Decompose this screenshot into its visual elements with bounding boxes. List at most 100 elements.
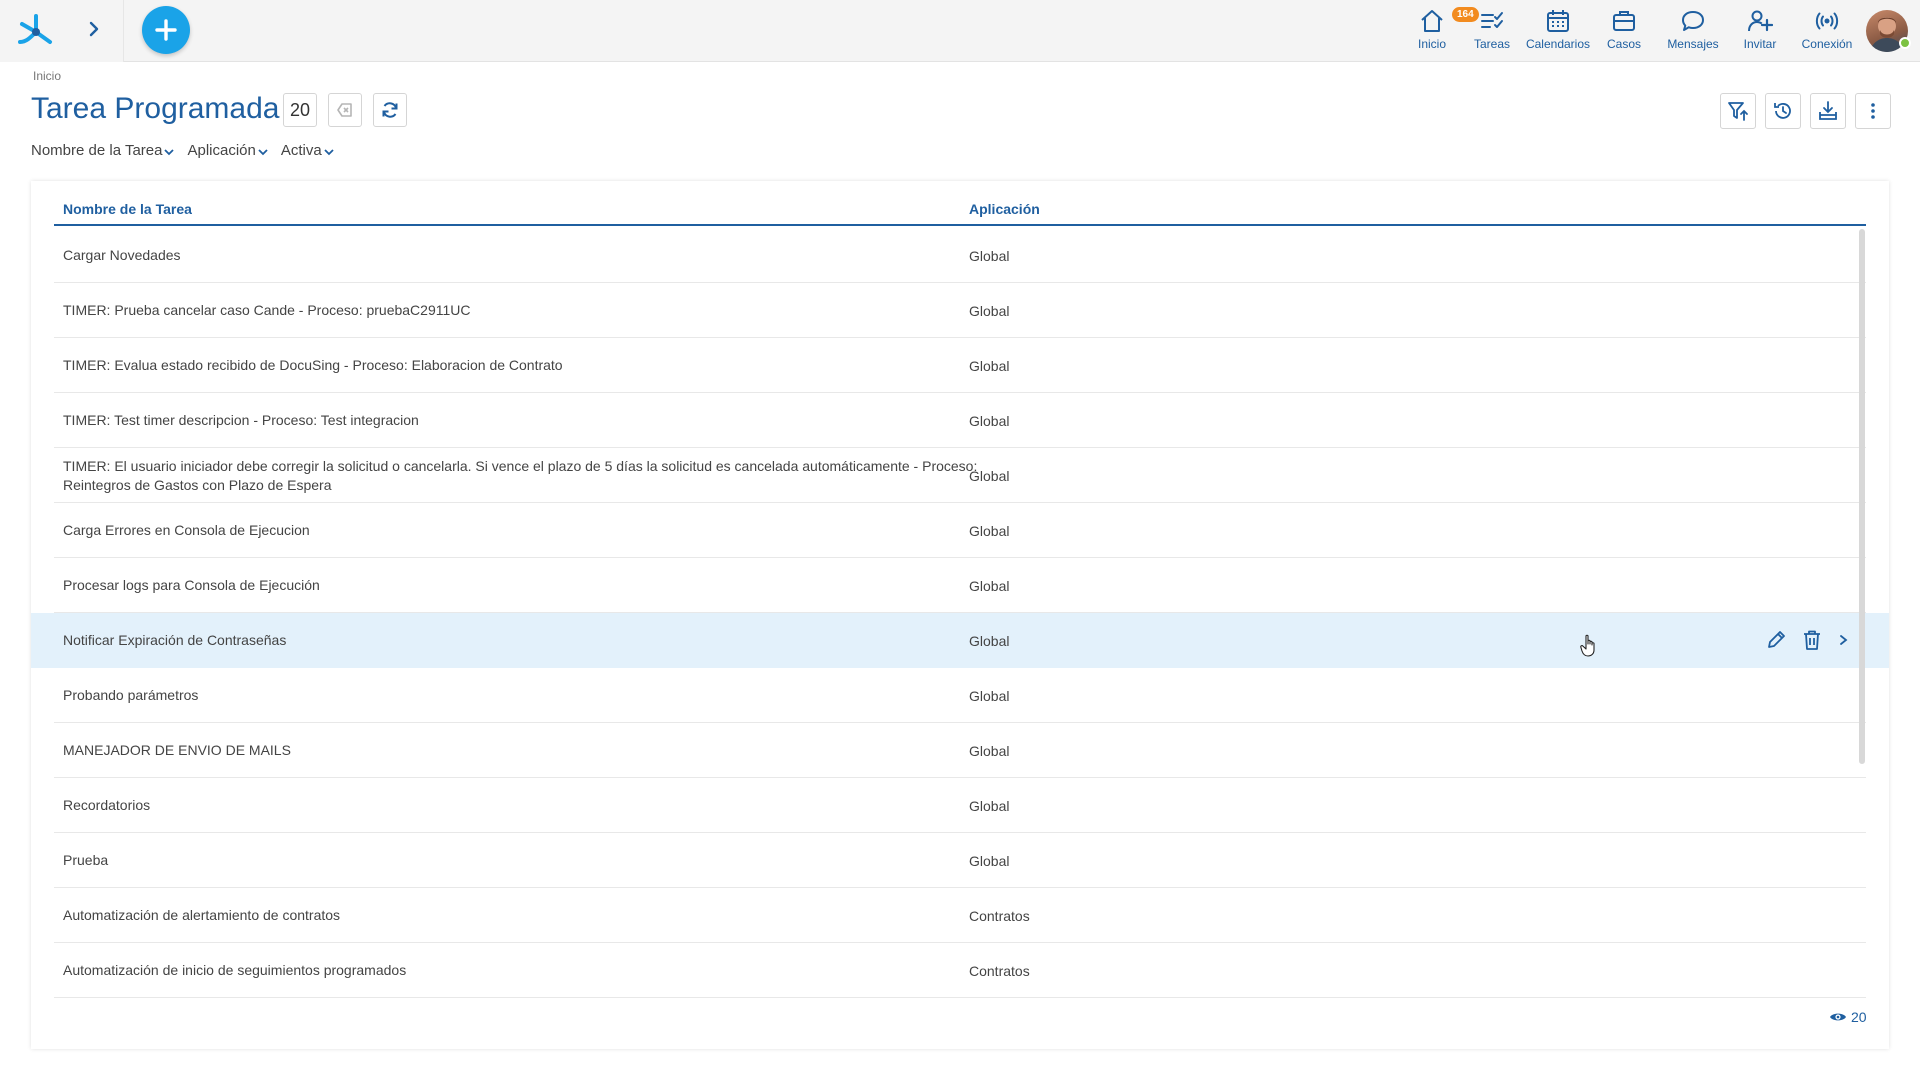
task-name-cell: Automatización de inicio de seguimientos… <box>63 962 407 978</box>
eye-icon <box>1830 1013 1846 1021</box>
table-row[interactable]: Automatización de alertamiento de contra… <box>31 888 1889 943</box>
task-name-cell: Recordatorios <box>63 797 151 813</box>
invite-user-icon <box>1748 10 1773 32</box>
table-row[interactable]: TIMER: Prueba cancelar caso Cande - Proc… <box>31 283 1889 338</box>
calendar-icon <box>1547 10 1569 32</box>
column-header-nombre[interactable]: Nombre de la Tarea <box>63 201 192 217</box>
online-status-dot <box>1899 37 1911 49</box>
visible-count-value: 20 <box>1851 1009 1867 1025</box>
nav-label: Conexión <box>1801 37 1853 51</box>
nav-label: Mensajes <box>1667 37 1719 51</box>
application-cell: Global <box>969 357 1010 374</box>
application-cell: Contratos <box>969 907 1030 924</box>
table-row[interactable]: Prueba Global <box>31 833 1889 888</box>
table-row[interactable]: Automatización de inicio de seguimientos… <box>31 943 1889 998</box>
table-row[interactable]: MANEJADOR DE ENVIO DE MAILS Global <box>31 723 1889 778</box>
filter-nombre[interactable]: Nombre de la Tarea <box>31 142 175 159</box>
table-row-highlighted[interactable]: Notificar Expiración de Contraseñas Glob… <box>31 613 1889 668</box>
app-logo-icon[interactable] <box>16 12 56 50</box>
refresh-icon <box>382 102 398 118</box>
filter-label: Nombre de la Tarea <box>31 142 163 159</box>
application-cell: Global <box>969 467 1010 484</box>
application-cell: Global <box>969 742 1010 759</box>
nav-label: Calendarios <box>1525 37 1591 51</box>
table-row[interactable]: Cargar Novedades Global <box>31 228 1889 283</box>
plus-icon <box>155 19 177 41</box>
application-cell: Global <box>969 687 1010 704</box>
home-icon <box>1421 10 1443 32</box>
task-name-cell: TIMER: El usuario iniciador debe corregi… <box>63 457 978 493</box>
eraser-icon <box>337 103 352 117</box>
refresh-button[interactable] <box>373 93 407 127</box>
application-cell: Global <box>969 632 1010 649</box>
more-options-button[interactable] <box>1855 93 1891 129</box>
table-row[interactable]: Carga Errores en Consola de Ejecucion Gl… <box>31 503 1889 558</box>
task-name-cell: TIMER: Prueba cancelar caso Cande - Proc… <box>63 302 471 318</box>
application-cell: Global <box>969 522 1010 539</box>
filter-button[interactable] <box>1720 93 1756 129</box>
filter-bar: Nombre de la Tarea Aplicación Activa <box>31 142 335 159</box>
row-actions <box>1765 629 1851 651</box>
download-icon <box>1819 101 1837 120</box>
logo-area <box>0 0 124 62</box>
filter-activa[interactable]: Activa <box>281 142 335 159</box>
task-name-cell: Carga Errores en Consola de Ejecucion <box>63 522 310 538</box>
table-scrollbar[interactable] <box>1859 229 1865 764</box>
nav-label: Inicio <box>1417 37 1446 51</box>
task-name-cell: Cargar Novedades <box>63 247 181 263</box>
nav-label: Tareas <box>1473 37 1511 51</box>
tasks-icon <box>1481 12 1503 28</box>
hand-cursor-icon <box>1580 634 1595 657</box>
nav-tareas[interactable]: 164 Tareas <box>1452 7 1522 54</box>
nav-conexion[interactable]: Conexión <box>1794 8 1860 54</box>
task-name-cell: Procesar logs para Consola de Ejecución <box>63 577 320 593</box>
chevron-right-icon[interactable] <box>1837 629 1851 651</box>
history-button[interactable] <box>1765 93 1801 129</box>
tasks-badge: 164 <box>1452 7 1479 22</box>
application-cell: Contratos <box>969 962 1030 979</box>
briefcase-icon <box>1613 11 1635 31</box>
message-icon <box>1682 11 1704 31</box>
delete-trash-icon[interactable] <box>1801 629 1823 651</box>
nav-calendarios[interactable]: Calendarios <box>1522 8 1594 54</box>
chevron-right-icon[interactable] <box>84 19 104 39</box>
filter-label: Activa <box>280 142 322 159</box>
breadcrumb[interactable]: Inicio <box>33 69 61 83</box>
table-row[interactable]: TIMER: Test timer descripcion - Proceso:… <box>31 393 1889 448</box>
application-cell: Global <box>969 577 1010 594</box>
page-title: Tarea Programada <box>31 92 280 125</box>
nav-label: Invitar <box>1743 37 1777 51</box>
record-count-badge: 20 <box>283 93 317 127</box>
task-name-cell: Probando parámetros <box>63 687 199 703</box>
export-button[interactable] <box>1810 93 1846 129</box>
application-cell: Global <box>969 852 1010 869</box>
nav-label: Casos <box>1606 37 1641 51</box>
nav-invitar[interactable]: Invitar <box>1730 8 1790 54</box>
table-header: Nombre de la Tarea Aplicación <box>54 181 1866 226</box>
filter-icon <box>1728 102 1748 121</box>
filter-label: Aplicación <box>187 142 256 159</box>
filter-aplicacion[interactable]: Aplicación <box>187 142 268 159</box>
connection-icon <box>1815 12 1839 30</box>
clear-filters-button[interactable] <box>328 93 362 127</box>
task-name-cell: TIMER: Evalua estado recibido de DocuSin… <box>63 357 563 373</box>
task-name-cell: MANEJADOR DE ENVIO DE MAILS <box>63 742 291 758</box>
table-row[interactable]: Probando parámetros Global <box>31 668 1889 723</box>
application-cell: Global <box>969 797 1010 814</box>
column-header-aplicacion[interactable]: Aplicación <box>969 201 1040 217</box>
table-row[interactable]: Procesar logs para Consola de Ejecución … <box>31 558 1889 613</box>
tasks-table: Nombre de la Tarea Aplicación Cargar Nov… <box>31 181 1889 1049</box>
application-cell: Global <box>969 412 1010 429</box>
edit-pencil-icon[interactable] <box>1765 629 1787 651</box>
task-name-cell: TIMER: Test timer descripcion - Proceso:… <box>63 412 419 428</box>
new-item-button[interactable] <box>142 6 190 54</box>
task-name-cell: Automatización de alertamiento de contra… <box>63 907 341 923</box>
task-name-cell: Notificar Expiración de Contraseñas <box>63 632 287 648</box>
nav-casos[interactable]: Casos <box>1596 8 1652 54</box>
top-bar: Inicio 164 Tareas Calendarios Casos Mens… <box>0 0 1920 62</box>
table-row[interactable]: TIMER: Evalua estado recibido de DocuSin… <box>31 338 1889 393</box>
table-row[interactable]: Recordatorios Global <box>31 778 1889 833</box>
chevron-down-icon <box>164 148 175 155</box>
nav-mensajes[interactable]: Mensajes <box>1658 8 1728 54</box>
table-row[interactable]: TIMER: El usuario iniciador debe corregi… <box>31 448 1889 503</box>
